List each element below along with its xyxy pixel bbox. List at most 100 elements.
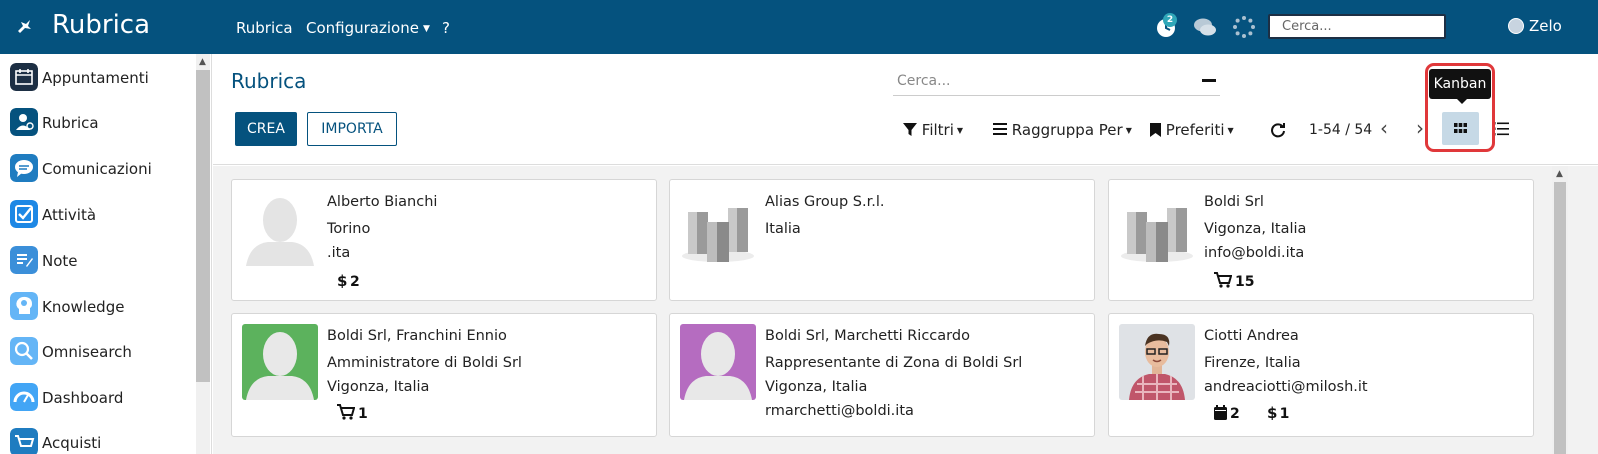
card-email: .ita [327, 245, 351, 261]
pager-value[interactable]: 1-54 / 54 [1309, 122, 1372, 138]
sidebar-scrollbar[interactable]: ▲ [196, 54, 210, 454]
company-buildings-icon [680, 190, 756, 266]
card-badges: 2 $1 [1214, 404, 1311, 422]
scroll-up-icon[interactable]: ▲ [1556, 169, 1563, 179]
import-button[interactable]: IMPORTA [307, 112, 397, 146]
chat-icon[interactable] [1193, 15, 1217, 39]
sidebar-scroll-thumb[interactable] [196, 70, 210, 382]
list-view-icon[interactable] [1493, 122, 1509, 136]
search-icon [10, 337, 38, 365]
sidebar-label: Acquisti [42, 434, 102, 452]
top-navbar: Rubrica Rubrica Configurazione ▼ ? 2 Cerc… [0, 0, 1598, 54]
card-function: Amministratore di Boldi Srl [327, 355, 522, 371]
sidebar-item-appuntamenti[interactable]: Appuntamenti [8, 62, 194, 96]
card-location: Vigonza, Italia [1204, 221, 1307, 237]
favorites-dropdown[interactable]: Preferiti ▼ [1150, 121, 1234, 139]
contact-photo [1119, 324, 1195, 400]
sidebar-item-attivita[interactable]: Attività [8, 199, 194, 233]
scroll-up-icon[interactable]: ▲ [199, 57, 206, 67]
card-badges: $2 [337, 272, 382, 290]
kanban-card[interactable]: Alberto Bianchi Torino .ita $2 [231, 179, 657, 301]
meetings-badge[interactable]: 2 [1214, 405, 1240, 422]
cart-icon [10, 428, 38, 454]
user-name[interactable]: Zelo [1529, 17, 1562, 35]
menu-rubrica[interactable]: Rubrica [236, 19, 293, 37]
kanban-card[interactable]: Boldi Srl, Franchini Ennio Amministrator… [231, 313, 657, 437]
sidebar-label: Note [42, 252, 78, 270]
card-email: rmarchetti@boldi.ita [765, 403, 914, 419]
menu-configurazione[interactable]: Configurazione ▼ [306, 19, 430, 37]
dollar-icon: $ [1267, 404, 1277, 422]
group-by-dropdown[interactable]: Raggruppa Per ▼ [993, 121, 1132, 139]
kanban-card[interactable]: Boldi Srl, Marchetti Riccardo Rappresent… [669, 313, 1095, 437]
purchase-badge[interactable]: 15 [1214, 272, 1254, 290]
sidebar-item-acquisti[interactable]: Acquisti [8, 427, 194, 454]
card-title: Ciotti Andrea [1204, 328, 1299, 344]
sales-badge[interactable]: $1 [1267, 404, 1290, 422]
apps-menu-icon[interactable] [14, 17, 34, 37]
sidebar-item-dashboard[interactable]: Dashboard [8, 382, 194, 416]
card-title: Boldi Srl [1204, 194, 1264, 210]
cart-icon [337, 404, 356, 420]
caret-down-icon: ▼ [1125, 126, 1132, 135]
brain-icon [10, 292, 38, 320]
card-title: Boldi Srl, Marchetti Riccardo [765, 328, 970, 344]
contact-avatar [680, 190, 756, 266]
dollar-icon: $ [337, 272, 347, 290]
dashboard-icon [10, 383, 38, 411]
caret-down-icon: ▼ [1227, 126, 1234, 135]
sidebar-label: Knowledge [42, 298, 125, 316]
contact-avatar [242, 190, 318, 266]
svg-text:$: $ [1267, 404, 1277, 420]
activity-count-badge: 2 [1163, 13, 1177, 27]
purchase-badge[interactable]: 1 [337, 404, 368, 422]
next-page-icon[interactable]: › [1416, 116, 1424, 140]
kanban-card[interactable]: Ciotti Andrea Firenze, Italia andreaciot… [1108, 313, 1534, 437]
contact-avatar [242, 324, 318, 400]
card-location: Vigonza, Italia [327, 379, 430, 395]
menu-help[interactable]: ? [442, 19, 450, 37]
search-input[interactable]: Cerca... [893, 66, 1220, 96]
sidebar-label: Appuntamenti [42, 69, 149, 87]
search-clear-icon[interactable] [1202, 79, 1216, 82]
sidebar-label: Comunicazioni [42, 160, 152, 178]
sales-badge[interactable]: $2 [337, 272, 360, 290]
card-title: Alberto Bianchi [327, 194, 438, 210]
card-location: Vigonza, Italia [765, 379, 868, 395]
kanban-tooltip: Kanban [1429, 69, 1491, 99]
sidebar-item-note[interactable]: Note [8, 245, 194, 279]
previous-page-icon[interactable]: ‹ [1380, 116, 1388, 140]
filters-dropdown[interactable]: Filtri ▼ [903, 121, 963, 139]
main-scrollbar[interactable]: ▲ [1552, 166, 1568, 454]
sidebar-item-knowledge[interactable]: Knowledge [8, 291, 194, 325]
sidebar-item-rubrica[interactable]: Rubrica [8, 107, 194, 141]
sidebar-label: Attività [42, 206, 97, 224]
card-badges: 15 [1214, 272, 1276, 290]
person-silhouette-icon [242, 190, 318, 266]
calendar-icon [10, 63, 38, 91]
card-badges: 1 [337, 404, 390, 422]
cart-icon [1214, 272, 1233, 288]
kanban-card[interactable]: Alias Group S.r.l. Italia [669, 179, 1095, 301]
calendar-icon [1214, 405, 1227, 420]
search-placeholder: Cerca... [897, 73, 951, 89]
sidebar-item-omnisearch[interactable]: Omnisearch [8, 336, 194, 370]
card-function: Rappresentante di Zona di Boldi Srl [765, 355, 1023, 371]
tooltip-arrow [1456, 98, 1468, 104]
user-avatar[interactable] [1508, 18, 1524, 34]
sidebar-label: Omnisearch [42, 343, 132, 361]
bookmark-icon [1150, 123, 1161, 137]
global-search-input[interactable]: Cerca... [1268, 14, 1446, 39]
card-location: Torino [327, 221, 371, 237]
create-button[interactable]: CREA [235, 112, 297, 146]
card-location: Firenze, Italia [1204, 355, 1301, 371]
page-title: Rubrica [231, 69, 307, 93]
main-scroll-thumb[interactable] [1554, 182, 1566, 454]
sidebar-item-comunicazioni[interactable]: Comunicazioni [8, 153, 194, 187]
list-bars-icon [993, 123, 1007, 135]
kanban-card[interactable]: Boldi Srl Vigonza, Italia info@boldi.ita… [1108, 179, 1534, 301]
loading-spinner-icon [1233, 16, 1255, 38]
control-panel: Rubrica Cerca... CREA IMPORTA Filtri ▼ Ra… [213, 54, 1598, 165]
card-location: Italia [765, 221, 801, 237]
refresh-icon[interactable] [1270, 122, 1286, 138]
